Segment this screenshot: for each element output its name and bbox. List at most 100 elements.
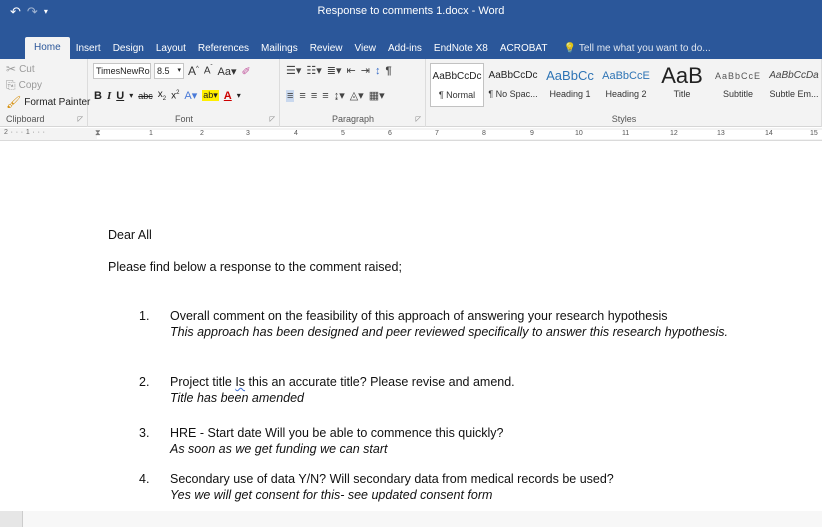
shrink-font-icon[interactable]: Aˇ (203, 65, 214, 76)
list-number: 1. (139, 309, 150, 323)
ruler-number: 9 (530, 130, 534, 137)
list-item-question: Overall comment on the feasibility of th… (170, 309, 668, 323)
document-page[interactable]: Dear All Please find below a response to… (0, 142, 822, 512)
subscript-icon[interactable]: x2 (158, 89, 166, 102)
sort-icon[interactable]: ↕ (375, 65, 381, 77)
decrease-indent-icon[interactable]: ⇤ (347, 64, 356, 77)
list-item-answer: Yes we will get consent for this- see up… (170, 488, 493, 502)
style-no-spacing[interactable]: AaBbCcDc ¶ No Spac... (486, 63, 540, 107)
style-sample: AaBbCcDa (769, 70, 819, 81)
format-painter-label: Format Painter (24, 96, 91, 108)
strikethrough-icon[interactable]: abc (138, 91, 153, 101)
ribbon: ✂ Cut ⎘ Copy 🖌 Format Painter Clipboard ◸ T… (0, 59, 822, 127)
ruler-number: 11 (622, 130, 630, 137)
list-item-answer: This approach has been designed and peer… (170, 325, 728, 339)
borders-icon[interactable]: ▦▾ (369, 89, 385, 102)
tab-review[interactable]: Review (304, 39, 349, 59)
change-case-icon[interactable]: Aa▾ (217, 65, 238, 78)
line-spacing-icon[interactable]: ↨▾ (334, 89, 345, 102)
cut-button[interactable]: ✂ Cut (6, 62, 35, 76)
tab-home[interactable]: Home (25, 37, 70, 59)
tab-design[interactable]: Design (107, 39, 150, 59)
align-center-icon[interactable]: ≡ (299, 90, 305, 102)
style-heading-1[interactable]: AaBbCc Heading 1 (543, 63, 597, 107)
styles-group: AaBbCcDc ¶ Normal AaBbCcDc ¶ No Spac... … (427, 59, 822, 127)
intro-paragraph: Please find below a response to the comm… (108, 260, 402, 274)
format-painter-button[interactable]: 🖌 Format Painter (6, 95, 90, 109)
lightbulb-icon: 💡 (563, 43, 576, 54)
font-color-icon[interactable]: A (224, 90, 232, 102)
ruler-number: 12 (670, 130, 678, 137)
italic-icon[interactable]: I (107, 90, 111, 102)
style-subtle-emphasis[interactable]: AaBbCcDa Subtle Em... (767, 63, 821, 107)
font-launcher-icon[interactable]: ◸ (270, 115, 275, 123)
paragraph-group: ☰▾ ☷▾ ≣▾ ⇤ ⇥ ↕ ¶ ≡ ≡ ≡ ≡ ↨▾ ◬▾ ▦▾ Paragr… (281, 59, 426, 127)
style-subtitle[interactable]: AaBbCcE Subtitle (711, 63, 765, 107)
tab-endnote[interactable]: EndNote X8 (428, 39, 494, 59)
align-right-icon[interactable]: ≡ (311, 90, 317, 102)
title-bar: ↶ ↷ ▾ Response to comments 1.docx - Word (0, 0, 822, 38)
bold-icon[interactable]: B (94, 90, 102, 102)
tab-acrobat[interactable]: ACROBAT (494, 39, 554, 59)
text-effects-icon[interactable]: A▾ (184, 89, 197, 102)
paragraph-launcher-icon[interactable]: ◸ (416, 115, 421, 123)
highlight-icon[interactable]: ab▾ (202, 90, 219, 101)
chevron-down-icon: ▾ (177, 67, 181, 74)
tab-insert[interactable]: Insert (70, 39, 107, 59)
tab-add-ins[interactable]: Add-ins (382, 39, 428, 59)
indent-marker-icon[interactable]: ⧗ (95, 128, 101, 138)
grammar-flagged-word[interactable]: Is (235, 375, 245, 389)
paragraph-group-label: Paragraph (331, 114, 375, 124)
multilevel-list-icon[interactable]: ≣▾ (327, 64, 342, 77)
tell-me-search[interactable]: 💡 Tell me what you want to do... (553, 39, 710, 59)
question-text: Project title (170, 375, 236, 389)
pilcrow-icon[interactable]: ¶ (385, 65, 391, 77)
bottom-strip (0, 511, 822, 527)
chevron-down-icon[interactable]: ▾ (237, 91, 241, 100)
list-item-answer: As soon as we get funding we can start (170, 442, 388, 456)
font-size-field[interactable]: 8.5 ▾ (154, 63, 184, 79)
ruler-number: 3 (246, 130, 250, 137)
ruler-number: 10 (575, 130, 583, 137)
ruler-number: 14 (765, 130, 773, 137)
styles-group-label: Styles (611, 114, 637, 124)
numbering-icon[interactable]: ☷▾ (306, 64, 321, 77)
style-title[interactable]: AaB Title (655, 63, 709, 107)
copy-button[interactable]: ⎘ Copy (6, 78, 42, 93)
ruler-number: 13 (717, 130, 725, 137)
copy-icon: ⎘ (6, 78, 16, 92)
style-normal[interactable]: AaBbCcDc ¶ Normal (430, 63, 484, 107)
ruler-number: 4 (294, 130, 298, 137)
ribbon-tabs: Home Insert Design Layout References Mai… (0, 37, 822, 59)
underline-icon[interactable]: U (116, 90, 124, 102)
ruler-number: 6 (388, 130, 392, 137)
chevron-down-icon[interactable]: ▾ (129, 91, 133, 100)
list-item-question: Project title Is this an accurate title?… (170, 375, 515, 389)
ruler-number: 7 (435, 130, 439, 137)
tab-view[interactable]: View (349, 39, 383, 59)
align-left-icon[interactable]: ≡ (286, 89, 295, 102)
bullets-icon[interactable]: ☰▾ (286, 64, 301, 77)
shading-icon[interactable]: ◬▾ (350, 89, 364, 102)
increase-indent-icon[interactable]: ⇥ (361, 64, 370, 77)
tab-layout[interactable]: Layout (150, 39, 192, 59)
style-name: ¶ Normal (438, 90, 476, 100)
font-group-label: Font (174, 114, 193, 124)
font-name-field[interactable]: TimesNewRo▾ (93, 63, 151, 79)
ruler-left-marks: 2 · · · 1 · · · (4, 129, 46, 136)
style-sample: AaBbCc (546, 68, 594, 83)
tab-mailings[interactable]: Mailings (255, 39, 304, 59)
style-name: ¶ No Spac... (488, 89, 538, 99)
style-heading-2[interactable]: AaBbCcE Heading 2 (599, 63, 653, 107)
horizontal-ruler[interactable]: 2 · · · 1 · · · ⧗ 1 2 3 4 5 6 7 8 9 10 1… (0, 128, 822, 141)
ruler-number: 15 (810, 130, 818, 137)
greeting: Dear All (108, 228, 152, 242)
list-number: 4. (139, 472, 150, 486)
font-name-value: TimesNewRo (96, 66, 150, 76)
clipboard-launcher-icon[interactable]: ◸ (78, 115, 83, 123)
justify-icon[interactable]: ≡ (322, 90, 328, 102)
tab-references[interactable]: References (192, 39, 255, 59)
clear-formatting-icon[interactable]: ✐ (241, 65, 252, 78)
grow-font-icon[interactable]: A^ (187, 64, 200, 78)
superscript-icon[interactable]: x2 (171, 90, 179, 101)
